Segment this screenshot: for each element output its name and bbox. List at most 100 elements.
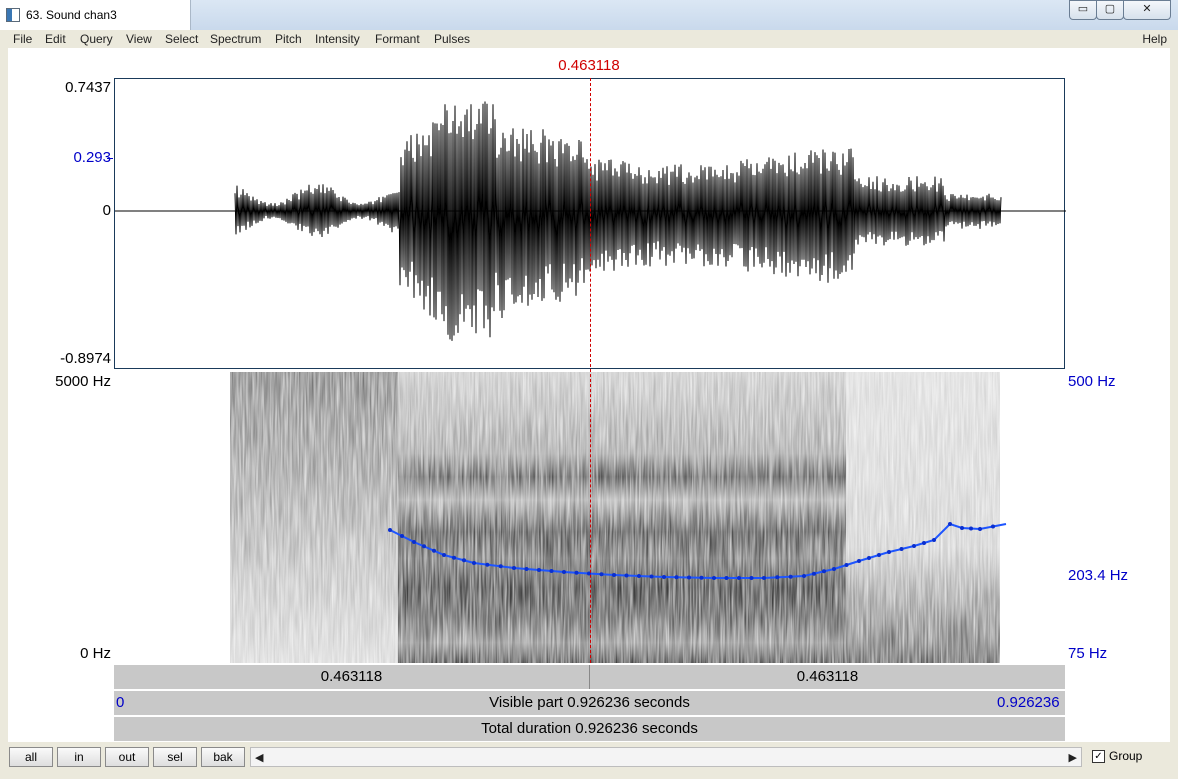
pitch-point	[462, 558, 466, 563]
pitch-point	[802, 574, 806, 578]
pitch-point	[452, 555, 456, 560]
pitch-point	[724, 576, 729, 580]
right-segment-time[interactable]: 0.463118	[590, 668, 1065, 685]
pitch-point	[867, 556, 871, 560]
menu-edit[interactable]: Edit	[45, 32, 66, 46]
pitch-point	[857, 559, 861, 563]
pitch-point	[612, 573, 616, 577]
pitch-point	[712, 576, 716, 580]
window-tab: 63. Sound chan3	[0, 0, 191, 30]
pitch-point	[822, 569, 826, 574]
zoom-out-button[interactable]: out	[105, 747, 149, 767]
bottom-toolbar: all in out sel bak ◀ ▶ ✓ Group	[0, 742, 1178, 779]
visible-start-time: 0	[116, 694, 125, 711]
menu-spectrum[interactable]: Spectrum	[210, 32, 261, 46]
pitch-point	[844, 563, 849, 567]
pitch-point	[899, 547, 904, 551]
total-duration-bar[interactable]: Total duration 0.926236 seconds	[114, 717, 1065, 741]
pitch-point	[912, 544, 916, 548]
pitch-point	[932, 538, 936, 542]
menu-bar: File Edit Query View Select Spectrum Pit…	[8, 30, 1170, 48]
menu-intensity[interactable]: Intensity	[315, 32, 360, 46]
pitch-point	[887, 550, 891, 554]
pitch-point	[388, 528, 392, 532]
pitch-point	[978, 527, 982, 531]
pitch-point	[485, 562, 490, 567]
menu-file[interactable]: File	[13, 32, 32, 46]
zoom-all-button[interactable]: all	[9, 747, 53, 767]
pitch-point	[649, 574, 654, 579]
pitch-point	[574, 570, 579, 575]
pitch-point	[637, 574, 641, 578]
pitch-point	[432, 548, 436, 553]
pitch-point	[412, 540, 416, 544]
menu-formant[interactable]: Formant	[375, 32, 420, 46]
menu-select[interactable]: Select	[165, 32, 198, 46]
horizontal-scrollbar[interactable]: ◀ ▶	[250, 747, 1082, 767]
pitch-point	[922, 541, 926, 545]
pitch-point	[549, 569, 554, 573]
menu-query[interactable]: Query	[80, 32, 113, 46]
pitch-point	[512, 566, 516, 570]
selection-time-bar[interactable]: 0.463118 0.463118	[114, 665, 1065, 689]
visible-part-bar[interactable]: Visible part 0.926236 seconds	[114, 691, 1065, 715]
menu-help[interactable]: Help	[1142, 32, 1167, 46]
pitch-point	[788, 574, 793, 579]
waveform-cursor-tick	[107, 158, 113, 159]
group-label: Group	[1109, 749, 1143, 763]
pitch-point	[442, 553, 446, 557]
pitch-point	[991, 524, 995, 529]
pitch-point	[960, 526, 964, 530]
total-duration-label: Total duration 0.926236 seconds	[481, 720, 698, 737]
cursor-time-label: 0.463118	[558, 57, 620, 74]
waveform-max-label: 0.7437	[65, 79, 111, 96]
pitch-point	[599, 572, 604, 577]
pitch-top-label: 500 Hz	[1068, 373, 1116, 390]
pitch-point	[472, 561, 476, 565]
visible-part-label: Visible part 0.926236 seconds	[489, 694, 690, 711]
sound-editor-panel[interactable]: 0.463118 0.7437 0.293 0 -0.8974 5000 Hz …	[8, 48, 1170, 742]
waveform-zero-label: 0	[102, 202, 111, 219]
group-checkbox[interactable]: ✓	[1092, 750, 1105, 763]
minimize-button[interactable]: ▭	[1069, 0, 1097, 20]
pitch-point	[762, 576, 766, 580]
scroll-right-icon[interactable]: ▶	[1069, 751, 1077, 764]
menu-pulses[interactable]: Pulses	[434, 32, 470, 46]
pitch-point	[562, 570, 566, 574]
pitch-point	[674, 575, 679, 580]
pitch-point	[524, 567, 529, 571]
pitch-point	[832, 567, 836, 571]
pitch-point	[498, 564, 503, 569]
pitch-cursor-label: 203.4 Hz	[1068, 567, 1129, 584]
pitch-point	[969, 526, 973, 531]
maximize-button[interactable]: ▢	[1096, 0, 1124, 20]
pitch-point	[699, 575, 704, 580]
waveform-min-label: -0.8974	[60, 350, 111, 367]
pitch-point	[948, 522, 952, 526]
spectrogram-bottom-freq: 0 Hz	[80, 645, 111, 662]
zoom-back-button[interactable]: bak	[201, 747, 245, 767]
pitch-point	[877, 553, 881, 557]
praat-window-icon	[6, 8, 20, 22]
pitch-point	[775, 575, 780, 580]
pitch-point	[737, 576, 741, 580]
pitch-point	[662, 575, 666, 579]
visible-end-time: 0.926236	[997, 694, 1060, 711]
pitch-point	[400, 534, 404, 538]
pitch-bottom-label: 75 Hz	[1068, 645, 1108, 662]
menu-view[interactable]: View	[126, 32, 152, 46]
pitch-point	[537, 568, 541, 572]
cursor-line	[590, 78, 591, 663]
scroll-left-icon[interactable]: ◀	[255, 751, 263, 764]
window-title: 63. Sound chan3	[26, 8, 117, 22]
zoom-in-button[interactable]: in	[57, 747, 101, 767]
spectrogram-top-freq: 5000 Hz	[55, 373, 111, 390]
zoom-sel-button[interactable]: sel	[153, 747, 197, 767]
pitch-point	[624, 573, 629, 578]
close-button[interactable]: ✕	[1123, 0, 1171, 20]
pitch-point	[422, 544, 426, 549]
left-segment-time[interactable]: 0.463118	[114, 668, 589, 685]
menu-pitch[interactable]: Pitch	[275, 32, 302, 46]
waveform-cursor-value: 0.293	[73, 149, 111, 166]
title-bar: 63. Sound chan3 ▭ ▢ ✕	[0, 0, 1178, 30]
